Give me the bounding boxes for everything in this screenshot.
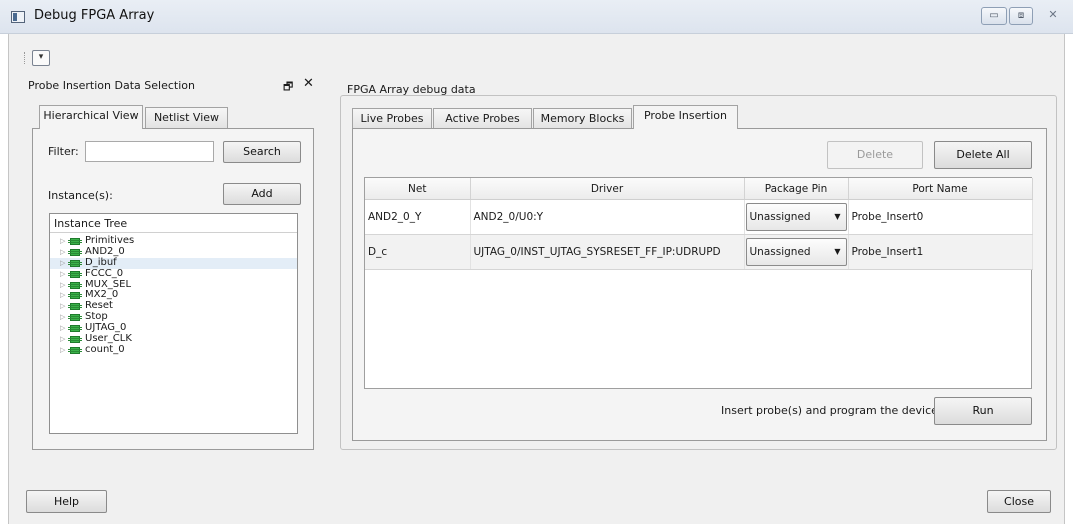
component-chip-icon — [68, 314, 82, 322]
package-pin-value: Unassigned — [749, 211, 811, 223]
filter-label: Filter: — [48, 145, 79, 158]
expand-arrow-icon[interactable]: ▷ — [60, 312, 65, 323]
close-button[interactable]: Close — [987, 490, 1051, 513]
toolbar-grip[interactable] — [24, 52, 26, 64]
component-chip-icon — [68, 325, 82, 333]
insert-status-text: Insert probe(s) and program the device — [721, 404, 938, 417]
expand-arrow-icon[interactable]: ▷ — [60, 247, 65, 258]
port-name-cell[interactable]: Probe_Insert1 — [848, 234, 1033, 270]
table-row[interactable]: D_c UJTAG_0/INST_UJTAG_SYSRESET_FF_IP:UD… — [365, 234, 1033, 270]
expand-arrow-icon[interactable]: ▷ — [60, 345, 65, 356]
component-chip-icon — [68, 238, 82, 245]
component-chip-icon — [68, 303, 82, 311]
tree-item-label: FCCC_0 — [85, 267, 124, 279]
minimize-button[interactable]: ▭ — [981, 7, 1007, 25]
delete-button[interactable]: Delete — [827, 141, 923, 169]
component-chip-icon — [68, 336, 82, 344]
tab-hierarchical-view[interactable]: Hierarchical View — [39, 105, 143, 129]
window-icon — [11, 11, 25, 23]
expand-arrow-icon[interactable]: ▷ — [60, 323, 65, 334]
toolbar-menu-button[interactable]: ▾ — [32, 50, 50, 66]
dropdown-arrow-icon: ▼ — [834, 247, 841, 256]
column-header-net[interactable]: Net — [365, 178, 471, 200]
tab-netlist-view[interactable]: Netlist View — [145, 107, 228, 129]
package-pin-value: Unassigned — [749, 246, 811, 258]
expand-arrow-icon[interactable]: ▷ — [60, 280, 65, 291]
run-button[interactable]: Run — [934, 397, 1032, 425]
column-header-package-pin[interactable]: Package Pin — [744, 178, 849, 200]
package-pin-dropdown[interactable]: Unassigned ▼ — [745, 203, 847, 231]
driver-cell[interactable]: UJTAG_0/INST_UJTAG_SYSRESET_FF_IP:UDRUPD — [470, 234, 745, 270]
component-chip-icon — [68, 270, 82, 278]
expand-arrow-icon[interactable]: ▷ — [60, 236, 65, 247]
add-button[interactable]: Add — [223, 183, 301, 205]
help-button[interactable]: Help — [26, 490, 107, 513]
maximize-button[interactable]: ⧈ — [1009, 7, 1033, 25]
dock-title: Probe Insertion Data Selection — [28, 79, 195, 92]
debug-data-group-title: FPGA Array debug data — [347, 83, 476, 96]
tab-memory-blocks[interactable]: Memory Blocks — [533, 108, 632, 130]
port-name-cell[interactable]: Probe_Insert0 — [848, 199, 1033, 235]
instance-tree-list: ▷ Primitives ▷ AND2_0 ▷ D_ibuf ▷ FCCC_0 ▷ MUX_SEL… — [50, 235, 297, 356]
component-chip-icon — [68, 292, 82, 300]
tree-item[interactable]: ▷ FCCC_0 — [50, 267, 297, 280]
close-dock-icon[interactable]: ✕ — [303, 76, 314, 91]
expand-arrow-icon[interactable]: ▷ — [60, 258, 65, 269]
float-dock-icon[interactable]: 🗗 — [283, 78, 293, 97]
filter-input[interactable] — [85, 141, 214, 162]
window-title: Debug FPGA Array — [34, 8, 155, 23]
tree-item-label: count_0 — [85, 343, 125, 355]
component-chip-icon — [68, 248, 82, 256]
dropdown-arrow-icon: ▼ — [834, 212, 841, 221]
component-chip-icon — [68, 281, 82, 289]
tab-active-probes[interactable]: Active Probes — [433, 108, 532, 130]
component-chip-icon — [68, 259, 82, 267]
component-chip-icon — [68, 346, 82, 354]
title-bar — [0, 0, 1073, 34]
package-pin-dropdown[interactable]: Unassigned ▼ — [745, 238, 847, 266]
expand-arrow-icon[interactable]: ▷ — [60, 334, 65, 345]
net-cell[interactable]: D_c — [365, 234, 471, 270]
net-cell[interactable]: AND2_0_Y — [365, 199, 471, 235]
tab-live-probes[interactable]: Live Probes — [352, 108, 432, 130]
instances-label: Instance(s): — [48, 189, 113, 202]
close-window-button[interactable]: ✕ — [1040, 7, 1066, 25]
search-button[interactable]: Search — [223, 141, 301, 163]
expand-arrow-icon[interactable]: ▷ — [60, 269, 65, 280]
tab-probe-insertion[interactable]: Probe Insertion — [633, 105, 738, 129]
instance-tree[interactable]: Instance Tree ▷ Primitives ▷ AND2_0 ▷ D_ibuf ▷… — [49, 213, 298, 434]
instance-tree-header: Instance Tree — [50, 214, 297, 233]
probe-table: Net Driver Package Pin Port Name AND2_0_… — [364, 177, 1033, 389]
delete-all-button[interactable]: Delete All — [934, 141, 1032, 169]
expand-arrow-icon[interactable]: ▷ — [60, 301, 65, 312]
tree-item[interactable]: ▷ count_0 — [50, 343, 297, 356]
column-header-port-name[interactable]: Port Name — [848, 178, 1033, 200]
driver-cell[interactable]: AND2_0/U0:Y — [470, 199, 745, 235]
column-header-driver[interactable]: Driver — [470, 178, 745, 200]
expand-arrow-icon[interactable]: ▷ — [60, 290, 65, 301]
table-row[interactable]: AND2_0_Y AND2_0/U0:Y Unassigned ▼ Probe_I… — [365, 199, 1033, 235]
